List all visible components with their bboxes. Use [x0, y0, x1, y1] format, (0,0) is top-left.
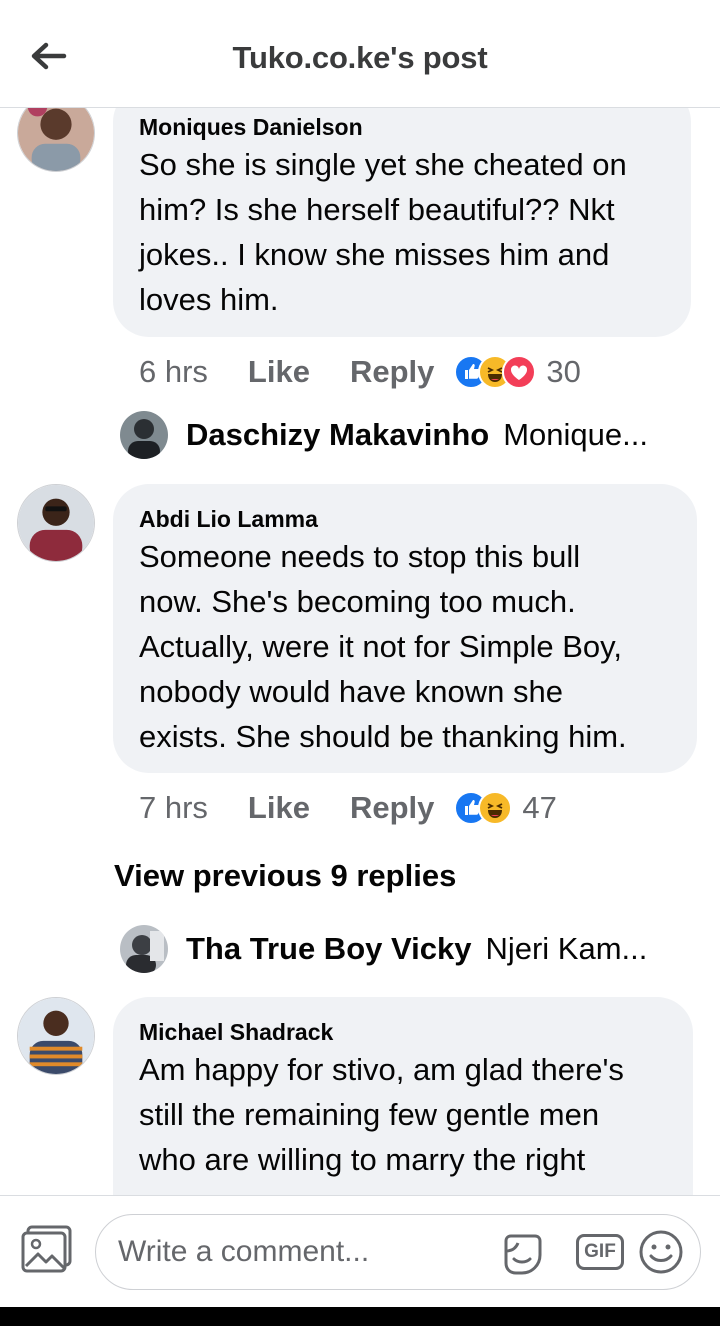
comment-line: still the remaining few gentle men — [139, 1097, 600, 1132]
comment-bubble[interactable]: Michael Shadrack Am happy for stivo, am … — [113, 997, 693, 1195]
gif-label: GIF — [584, 1241, 616, 1262]
photo-button[interactable] — [20, 1224, 74, 1274]
haha-reaction-icon — [478, 791, 513, 825]
reaction-count: 47 — [522, 790, 557, 825]
emoji-icon[interactable] — [636, 1227, 686, 1277]
system-navigation-bar — [0, 1307, 720, 1326]
avatar — [120, 411, 168, 459]
reply-snippet: Monique... — [503, 417, 648, 452]
comment-text: So she is single yet she cheated on him?… — [139, 142, 667, 322]
comments-feed[interactable]: Moniques Danielson So she is single yet … — [0, 0, 720, 1195]
gif-button[interactable]: GIF — [576, 1234, 624, 1270]
comment-time[interactable]: 7 hrs — [139, 790, 208, 826]
comment-line: who are willing to marry the right — [139, 1142, 586, 1177]
app-header: Tuko.co.ke's post — [0, 0, 720, 108]
comment-author[interactable]: Abdi Lio Lamma — [139, 504, 673, 534]
comment-line: him? Is she herself beautiful?? Nkt — [139, 192, 615, 227]
comment-placeholder: Write a comment... — [118, 1235, 370, 1268]
reaction-count: 30 — [546, 354, 581, 389]
comment-author[interactable]: Moniques Danielson — [139, 112, 667, 142]
comment-meta: 6 hrs Like Reply 30 — [139, 352, 581, 392]
comment-meta: 7 hrs Like Reply 47 — [139, 788, 557, 828]
love-reaction-icon — [502, 355, 537, 389]
comment-text: Am happy for stivo, am glad there's stil… — [139, 1047, 669, 1182]
comment-author[interactable]: Michael Shadrack — [139, 1017, 669, 1047]
comment-line: jokes.. I know she misses him and — [139, 237, 610, 272]
photo-icon — [21, 1225, 72, 1273]
comment-line: exists. She should be thanking him. — [139, 719, 627, 754]
reply-preview[interactable]: Daschizy Makavinho Monique... — [120, 410, 648, 460]
reply-author[interactable]: Tha True Boy Vicky — [186, 931, 471, 967]
comment-line: Actually, were it not for Simple Boy, — [139, 629, 622, 664]
reactions[interactable]: 47 — [454, 790, 557, 826]
reply-author[interactable]: Daschizy Makavinho — [186, 417, 489, 453]
reactions[interactable]: 30 — [454, 354, 581, 390]
comment-line: Someone needs to stop this bull — [139, 539, 581, 574]
comment-line: now. She's becoming too much. — [139, 584, 576, 619]
comment-composer: Write a comment... GIF — [0, 1195, 720, 1307]
reply-button[interactable]: Reply — [350, 790, 434, 826]
comment-time[interactable]: 6 hrs — [139, 354, 208, 390]
comment-line: loves him. — [139, 282, 279, 317]
reply-preview[interactable]: Tha True Boy Vicky Njeri Kam... — [120, 924, 647, 974]
comment-input[interactable]: Write a comment... GIF — [95, 1214, 701, 1290]
avatar — [120, 925, 168, 973]
like-button[interactable]: Like — [248, 790, 310, 826]
reply-snippet: Njeri Kam... — [485, 931, 648, 966]
comment-bubble[interactable]: Abdi Lio Lamma Someone needs to stop thi… — [113, 484, 697, 773]
view-previous-replies-link[interactable]: View previous 9 replies — [114, 858, 456, 894]
comment-bubble[interactable]: Moniques Danielson So she is single yet … — [113, 86, 691, 337]
avatar[interactable] — [17, 997, 95, 1075]
comment-line: nobody would have known she — [139, 674, 563, 709]
comment-line: Am happy for stivo, am glad there's — [139, 1052, 624, 1087]
comment-text: Someone needs to stop this bull now. She… — [139, 534, 673, 759]
like-button[interactable]: Like — [248, 354, 310, 390]
avatar[interactable] — [17, 484, 95, 562]
reply-button[interactable]: Reply — [350, 354, 434, 390]
comment-line: So she is single yet she cheated on — [139, 147, 627, 182]
sticker-icon[interactable] — [498, 1229, 548, 1279]
page-title: Tuko.co.ke's post — [232, 40, 488, 75]
